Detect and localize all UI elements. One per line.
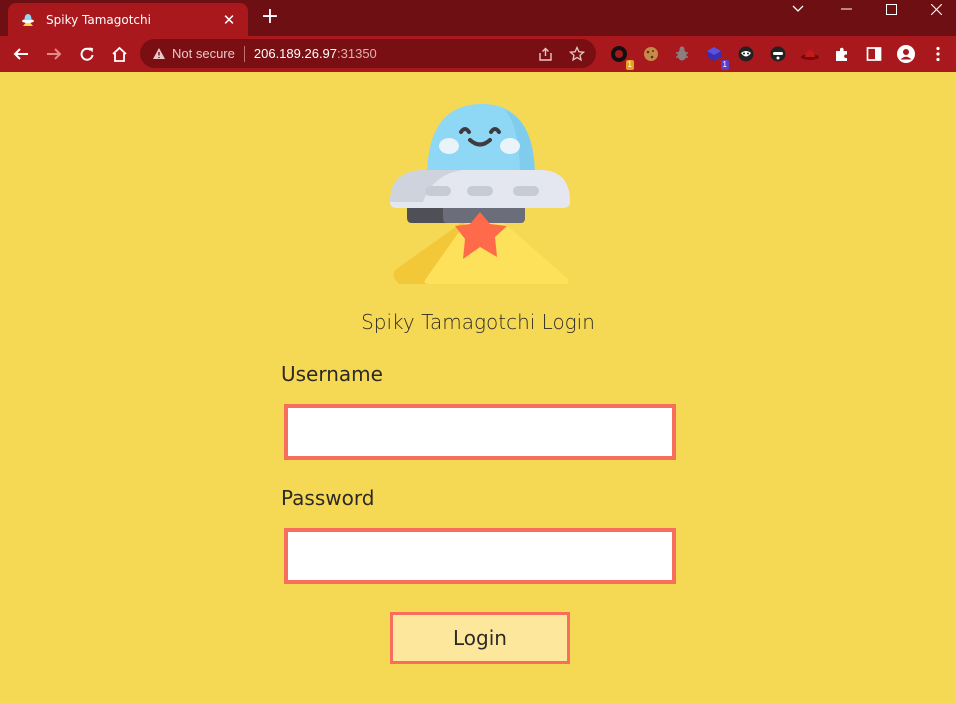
url-port: :31350 [337,46,377,61]
new-tab-button[interactable]: + [258,6,282,30]
spy-extension-icon[interactable] [767,43,789,65]
username-input[interactable] [284,404,676,460]
extension-ring-icon[interactable]: 1 [608,43,634,70]
login-title: Spiky Tamagotchi Login [361,310,595,334]
browser-toolbar: Not secure 206.189.26.97 :31350 1 1 [0,36,956,72]
username-label: Username [281,362,383,386]
back-arrow-icon[interactable] [9,42,33,66]
warning-triangle-icon[interactable] [152,47,166,60]
cookie-extension-icon[interactable] [640,43,662,65]
password-label: Password [281,486,375,510]
hat-extension-icon[interactable] [799,43,821,65]
extensions-puzzle-icon[interactable] [831,43,853,65]
login-page: Spiky Tamagotchi Login Username Password… [0,72,956,703]
extension-badge: 1 [720,60,729,70]
forward-arrow-icon[interactable] [42,42,66,66]
password-input[interactable] [284,528,676,584]
bookmark-star-icon[interactable] [568,45,586,63]
tab-close-icon[interactable]: ✕ [220,11,238,29]
ufo-favicon-icon [22,13,34,26]
omnibox-separator [243,45,245,62]
browser-tab-active[interactable]: Spiky Tamagotchi ✕ [8,3,248,36]
home-icon[interactable] [107,42,131,66]
tab-title: Spiky Tamagotchi [46,12,151,27]
mask-extension-icon[interactable] [735,43,757,65]
address-bar[interactable]: Not secure 206.189.26.97 :31350 [140,39,596,68]
security-status-label[interactable]: Not secure [172,46,235,61]
profile-avatar-icon[interactable] [895,43,917,65]
reload-icon[interactable] [75,42,99,66]
bug-extension-icon[interactable] [671,43,693,65]
browser-tabstrip: Spiky Tamagotchi ✕ + [0,0,956,36]
login-button[interactable]: Login [390,612,570,664]
tab-search-chevron-icon[interactable] [774,2,822,16]
ufo-tamagotchi-logo-icon [390,104,570,284]
browser-menu-icon[interactable] [927,43,949,65]
side-panel-icon[interactable] [863,43,885,65]
share-icon[interactable] [536,45,554,63]
maximize-window-icon[interactable] [867,2,915,16]
extension-badge: 1 [625,60,634,70]
cube-extension-icon[interactable]: 1 [703,43,729,70]
close-window-icon[interactable] [912,2,956,16]
minimize-window-icon[interactable] [822,2,870,16]
url-host: 206.189.26.97 [253,46,338,61]
